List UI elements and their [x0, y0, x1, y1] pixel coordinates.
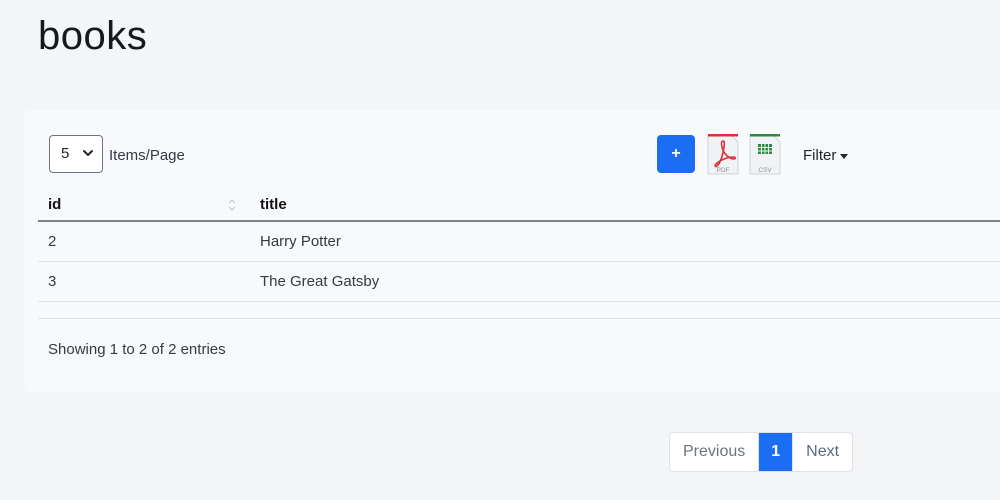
page-size-select[interactable]: 5	[49, 135, 103, 173]
table-header-row: id title	[38, 188, 1000, 222]
filter-dropdown[interactable]: Filter	[803, 147, 849, 164]
cell-id: 2	[38, 221, 250, 262]
pdf-export-icon[interactable]: PDF	[706, 132, 740, 176]
pagination: Previous 1 Next	[669, 432, 854, 472]
table-footer-divider	[38, 318, 1000, 319]
books-table: id title 2 Harry Potter 3 The Great Gats…	[38, 188, 1000, 302]
add-button-label: +	[671, 145, 681, 162]
column-header-label: title	[260, 195, 287, 213]
filter-label: Filter	[803, 147, 837, 164]
column-header-id[interactable]: id	[38, 188, 250, 222]
pdf-label: PDF	[717, 167, 730, 174]
next-page-button[interactable]: Next	[792, 433, 852, 471]
entries-info: Showing 1 to 2 of 2 entries	[48, 341, 226, 358]
previous-page-button[interactable]: Previous	[670, 433, 758, 471]
column-header-title[interactable]: title	[250, 188, 1000, 222]
cell-id: 3	[38, 261, 250, 302]
column-header-label: id	[48, 195, 62, 213]
page-button-current[interactable]: 1	[758, 433, 793, 471]
caret-down-icon	[840, 153, 849, 159]
page-title: books	[38, 14, 148, 58]
items-per-page-label: Items/Page	[109, 147, 185, 164]
table-row[interactable]: 2 Harry Potter	[38, 221, 1000, 262]
csv-label: CSV	[758, 167, 772, 174]
csv-export-icon[interactable]: CSV	[748, 132, 782, 176]
table-row[interactable]: 3 The Great Gatsby	[38, 261, 1000, 302]
sort-icon[interactable]	[228, 197, 236, 213]
table-card: 5 Items/Page + PDF CSV Filter id title 2…	[24, 110, 1000, 392]
cell-title: The Great Gatsby	[250, 261, 1000, 302]
chevron-down-icon	[83, 150, 93, 156]
page-size-value: 5	[61, 145, 70, 162]
cell-title: Harry Potter	[250, 221, 1000, 262]
add-button[interactable]: +	[657, 135, 695, 173]
